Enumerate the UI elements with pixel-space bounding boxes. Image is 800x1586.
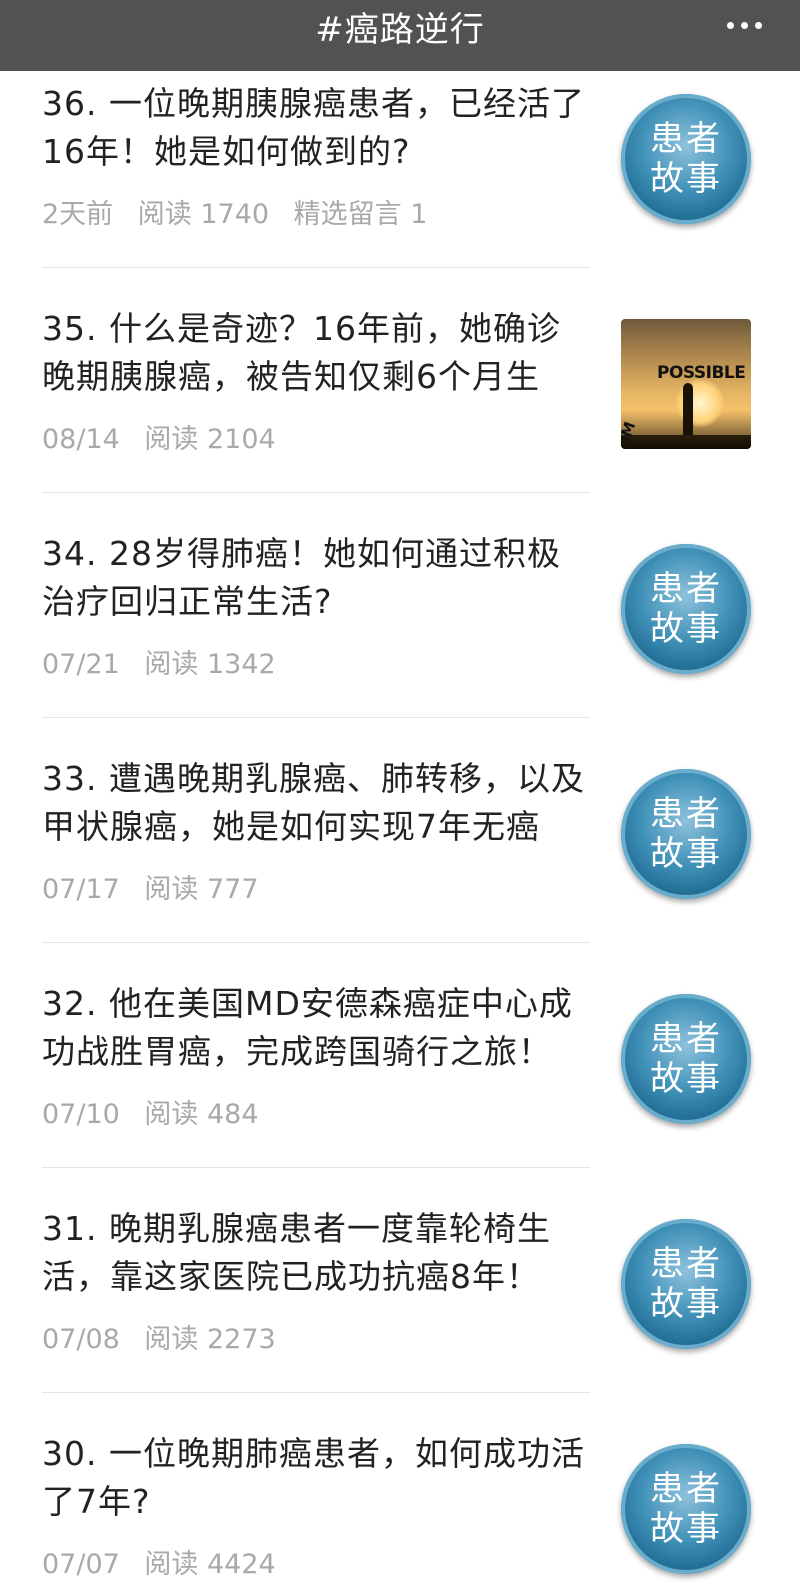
article-meta: 08/14 阅读 2104 bbox=[42, 417, 292, 456]
list-item[interactable]: 32. 他在美国MD安德森癌症中心成功战胜胃癌，完成跨国骑行之旅！ 07/10 … bbox=[0, 980, 800, 1205]
article-date: 07/17 bbox=[42, 874, 120, 905]
person-silhouette bbox=[683, 383, 693, 439]
patient-story-badge-icon: 患者故事 bbox=[621, 544, 751, 674]
article-thumbnail[interactable]: 患者故事 bbox=[621, 94, 751, 224]
divider bbox=[42, 267, 590, 268]
list-item[interactable]: 35. 什么是奇迹？16年前，她确诊晚期胰腺癌，被告知仅剩6个月生 08/14 … bbox=[0, 305, 800, 530]
divider bbox=[42, 492, 590, 493]
top-bar: #癌路逆行 bbox=[0, 0, 800, 71]
article-thumbnail[interactable]: 患者故事 bbox=[621, 1219, 751, 1349]
divider bbox=[42, 942, 590, 943]
article-reads: 阅读 484 bbox=[144, 1099, 259, 1130]
patient-story-badge-icon: 患者故事 bbox=[621, 994, 751, 1124]
divider bbox=[42, 717, 590, 718]
article-title[interactable]: 32. 他在美国MD安德森癌症中心成功战胜胃癌，完成跨国骑行之旅！ bbox=[42, 980, 590, 1076]
article-title[interactable]: 34. 28岁得肺癌！她如何通过积极治疗回归正常生活? bbox=[42, 530, 590, 626]
list-item[interactable]: 30. 一位晚期肺癌患者，如何成功活了7年? 07/07 阅读 4424 患者故… bbox=[0, 1430, 800, 1586]
badge-label: 患者故事 bbox=[650, 1019, 722, 1099]
article-date: 07/07 bbox=[42, 1549, 120, 1580]
more-icon[interactable] bbox=[727, 22, 762, 29]
badge-label: 患者故事 bbox=[650, 119, 722, 199]
article-date: 07/10 bbox=[42, 1099, 120, 1130]
article-date: 08/14 bbox=[42, 424, 120, 455]
article-title[interactable]: 36. 一位晚期胰腺癌患者，已经活了16年！她是如何做到的? bbox=[42, 80, 590, 176]
list-item[interactable]: 31. 晚期乳腺癌患者一度靠轮椅生活，靠这家医院已成功抗癌8年！ 07/08 阅… bbox=[0, 1205, 800, 1430]
badge-label: 患者故事 bbox=[650, 569, 722, 649]
ground bbox=[621, 435, 751, 449]
article-comments: 精选留言 1 bbox=[293, 199, 428, 230]
article-reads: 阅读 777 bbox=[144, 874, 259, 905]
list-item[interactable]: 33. 遭遇晚期乳腺癌、肺转移，以及甲状腺癌，她是如何实现7年无癌 07/17 … bbox=[0, 755, 800, 980]
patient-story-badge-icon: 患者故事 bbox=[621, 1444, 751, 1574]
article-meta: 07/07 阅读 4424 bbox=[42, 1542, 292, 1581]
article-thumbnail[interactable]: 患者故事 bbox=[621, 994, 751, 1124]
article-meta: 07/08 阅读 2273 bbox=[42, 1317, 292, 1356]
article-meta: 2天前 阅读 1740 精选留言 1 bbox=[42, 192, 443, 231]
patient-story-badge-icon: 患者故事 bbox=[621, 94, 751, 224]
article-meta: 07/10 阅读 484 bbox=[42, 1092, 275, 1131]
article-reads: 阅读 1740 bbox=[137, 199, 270, 230]
article-date: 07/21 bbox=[42, 649, 120, 680]
article-thumbnail[interactable]: 患者故事 bbox=[621, 544, 751, 674]
divider bbox=[42, 1167, 590, 1168]
list-item[interactable]: 36. 一位晚期胰腺癌患者，已经活了16年！她是如何做到的? 2天前 阅读 17… bbox=[0, 80, 800, 305]
divider bbox=[42, 1392, 590, 1393]
page-title: #癌路逆行 bbox=[315, 10, 485, 50]
photo-word: POSSIBLE bbox=[657, 363, 746, 383]
patient-story-badge-icon: 患者故事 bbox=[621, 769, 751, 899]
article-reads: 阅读 4424 bbox=[144, 1549, 276, 1580]
badge-label: 患者故事 bbox=[650, 1469, 722, 1549]
patient-story-badge-icon: 患者故事 bbox=[621, 1219, 751, 1349]
article-title[interactable]: 35. 什么是奇迹？16年前，她确诊晚期胰腺癌，被告知仅剩6个月生 bbox=[42, 305, 590, 401]
article-thumbnail[interactable]: 患者故事 bbox=[621, 1444, 751, 1574]
article-meta: 07/21 阅读 1342 bbox=[42, 642, 292, 681]
article-date: 07/08 bbox=[42, 1324, 120, 1355]
badge-label: 患者故事 bbox=[650, 1244, 722, 1324]
article-meta: 07/17 阅读 777 bbox=[42, 867, 275, 906]
article-title[interactable]: 31. 晚期乳腺癌患者一度靠轮椅生活，靠这家医院已成功抗癌8年！ bbox=[42, 1205, 590, 1301]
badge-label: 患者故事 bbox=[650, 794, 722, 874]
article-reads: 阅读 2273 bbox=[144, 1324, 276, 1355]
sunset-photo-icon: POSSIBLE IM bbox=[621, 319, 751, 449]
article-title[interactable]: 33. 遭遇晚期乳腺癌、肺转移，以及甲状腺癌，她是如何实现7年无癌 bbox=[42, 755, 590, 851]
list-item[interactable]: 34. 28岁得肺癌！她如何通过积极治疗回归正常生活? 07/21 阅读 134… bbox=[0, 530, 800, 755]
article-thumbnail[interactable]: POSSIBLE IM bbox=[621, 319, 751, 449]
article-thumbnail[interactable]: 患者故事 bbox=[621, 769, 751, 899]
article-reads: 阅读 1342 bbox=[144, 649, 276, 680]
article-date: 2天前 bbox=[42, 199, 114, 230]
article-reads: 阅读 2104 bbox=[144, 424, 276, 455]
article-title[interactable]: 30. 一位晚期肺癌患者，如何成功活了7年? bbox=[42, 1430, 590, 1526]
